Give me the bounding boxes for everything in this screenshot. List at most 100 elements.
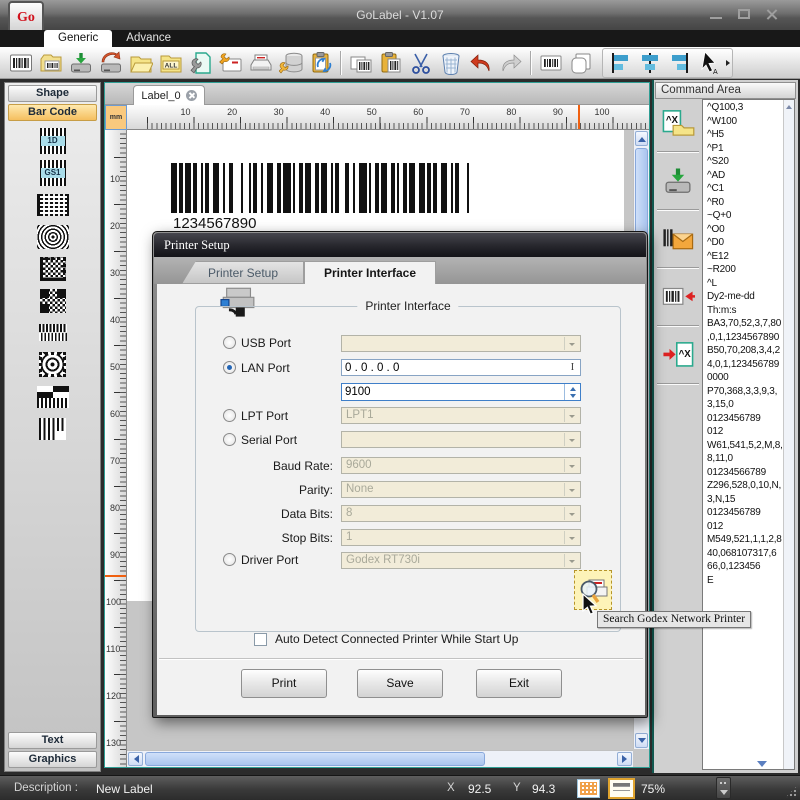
baud-rate-combo[interactable]: 9600 <box>341 457 581 474</box>
sidebar-barcode-button[interactable]: Bar Code <box>8 104 97 121</box>
lan-port-input[interactable] <box>342 384 564 400</box>
view-mode-button[interactable] <box>608 778 635 799</box>
lan-port-radio[interactable] <box>223 361 236 374</box>
toolbar-flyout-arrow-icon[interactable] <box>726 60 730 66</box>
command-scroll-up-icon[interactable] <box>784 100 794 112</box>
open-folder-button[interactable] <box>126 49 156 77</box>
resize-grip[interactable] <box>785 785 798 798</box>
open-command-file-button[interactable]: ^X <box>658 102 698 144</box>
open-all-button[interactable]: ALL <box>156 49 186 77</box>
combo-arrow-icon <box>564 483 579 496</box>
scroll-left-button[interactable] <box>128 752 143 766</box>
open-label-button[interactable] <box>36 49 66 77</box>
barcode-gs1-icon: GS1 <box>40 160 66 186</box>
barcode-datamatrix-tool[interactable] <box>35 255 71 282</box>
command-to-label-button[interactable] <box>658 276 698 318</box>
copy-button[interactable] <box>346 49 376 77</box>
minimize-button[interactable] <box>706 7 726 22</box>
save-button[interactable]: Save <box>357 669 443 698</box>
command-bottom-dropdown-icon[interactable] <box>757 761 767 772</box>
stop-bits-combo[interactable]: 1 <box>341 529 581 546</box>
usb-port-radio[interactable] <box>223 336 236 349</box>
label-setup-button[interactable] <box>216 49 246 77</box>
sidebar-graphics-button[interactable]: Graphics <box>8 751 97 768</box>
barcode-pdf417-tool[interactable] <box>35 191 71 218</box>
cut-button[interactable] <box>406 49 436 77</box>
database-setup-button[interactable] <box>276 49 306 77</box>
barcode-rss-tool[interactable] <box>35 319 71 346</box>
spinner-buttons[interactable] <box>564 384 580 400</box>
barcode-gs1-tool[interactable]: GS1 <box>35 159 71 186</box>
barcode-maxicode-tool[interactable] <box>35 223 71 250</box>
barcode-qr-tool[interactable] <box>35 287 71 314</box>
paste-button[interactable] <box>376 49 406 77</box>
undo-button[interactable] <box>466 49 496 77</box>
tab-advance[interactable]: Advance <box>112 30 185 47</box>
page-setup-button[interactable] <box>186 49 216 77</box>
description-value: New Label <box>96 782 153 796</box>
blank-object-icon <box>569 51 593 75</box>
barcode-object[interactable] <box>171 163 475 213</box>
save-command-button[interactable] <box>658 160 698 202</box>
sidebar-shape-button[interactable]: Shape <box>8 85 97 102</box>
send-command-button[interactable] <box>658 218 698 260</box>
scroll-down-button[interactable] <box>635 733 648 748</box>
scroll-up-button[interactable] <box>635 131 648 146</box>
driver-port-combo[interactable]: Godex RT730i <box>341 552 581 569</box>
barcode-aztec-tool[interactable] <box>35 351 71 378</box>
driver-port-radio[interactable] <box>223 553 236 566</box>
data-bits-combo[interactable]: 8 <box>341 505 581 522</box>
tab-generic[interactable]: Generic <box>44 30 112 47</box>
ruler-unit-box[interactable]: mm <box>105 105 127 130</box>
insert-blank-button[interactable] <box>566 49 596 77</box>
barcode-ean-tool[interactable] <box>35 415 71 442</box>
maximize-button[interactable] <box>734 7 754 22</box>
delete-button[interactable] <box>436 49 466 77</box>
import-label-button[interactable] <box>96 49 126 77</box>
insert-barcode-button[interactable] <box>536 49 566 77</box>
command-list[interactable]: ^Q100,3^W100^H5^P1^S20^AD^C1^R0~Q+0^O0^D… <box>702 99 795 770</box>
lpt-port-combo[interactable]: LPT1 <box>341 407 581 424</box>
clipboard-transfer-button[interactable] <box>306 49 336 77</box>
dialog-tab-printer-setup[interactable]: Printer Setup <box>182 261 304 284</box>
document-tab-title: Label_0 <box>141 90 180 102</box>
usb-port-combo[interactable] <box>341 335 581 352</box>
align-center-button[interactable] <box>635 49 665 77</box>
serial-port-radio[interactable] <box>223 433 236 446</box>
command-list-scrollbar[interactable] <box>783 100 794 769</box>
pointer-tool-button[interactable]: A <box>695 49 725 77</box>
close-button[interactable] <box>762 7 782 22</box>
lan-ip-input[interactable] <box>342 360 565 375</box>
save-label-button[interactable] <box>66 49 96 77</box>
sidebar-text-button[interactable]: Text <box>8 732 97 749</box>
lines-icon <box>613 783 630 794</box>
print-button[interactable]: Print <box>241 669 327 698</box>
horizontal-scrollbar[interactable] <box>127 750 633 767</box>
h-ruler-number: 30 <box>259 107 284 117</box>
v-ruler-number: 80 <box>106 503 120 513</box>
tab-close-icon[interactable] <box>186 90 197 101</box>
serial-port-combo[interactable] <box>341 431 581 448</box>
printer-setup-button[interactable] <box>246 49 276 77</box>
ruler-unit-label: mm <box>110 114 122 121</box>
v-ruler-number: 30 <box>106 268 120 278</box>
new-label-button[interactable] <box>6 49 36 77</box>
align-left-button[interactable] <box>605 49 635 77</box>
export-command-button[interactable]: ^X <box>658 334 698 376</box>
parity-combo[interactable]: None <box>341 481 581 498</box>
align-right-button[interactable] <box>665 49 695 77</box>
barcode-1d-tool[interactable]: 1D <box>35 127 71 154</box>
barcode-composite-tool[interactable] <box>35 383 71 410</box>
dialog-tab-printer-interface[interactable]: Printer Interface <box>304 261 436 284</box>
zoom-mini-scroll[interactable] <box>716 777 731 799</box>
lpt-port-radio[interactable] <box>223 409 236 422</box>
scroll-right-button[interactable] <box>617 752 632 766</box>
dialog-titlebar[interactable]: Printer Setup <box>154 233 646 257</box>
document-tab-label0[interactable]: Label_0 <box>133 85 205 105</box>
grid-toggle-button[interactable] <box>577 779 600 798</box>
horizontal-scroll-thumb[interactable] <box>145 752 485 766</box>
exit-button[interactable]: Exit <box>476 669 562 698</box>
combo-arrow-icon <box>564 507 579 520</box>
redo-button[interactable] <box>496 49 526 77</box>
auto-detect-checkbox[interactable] <box>254 633 267 646</box>
